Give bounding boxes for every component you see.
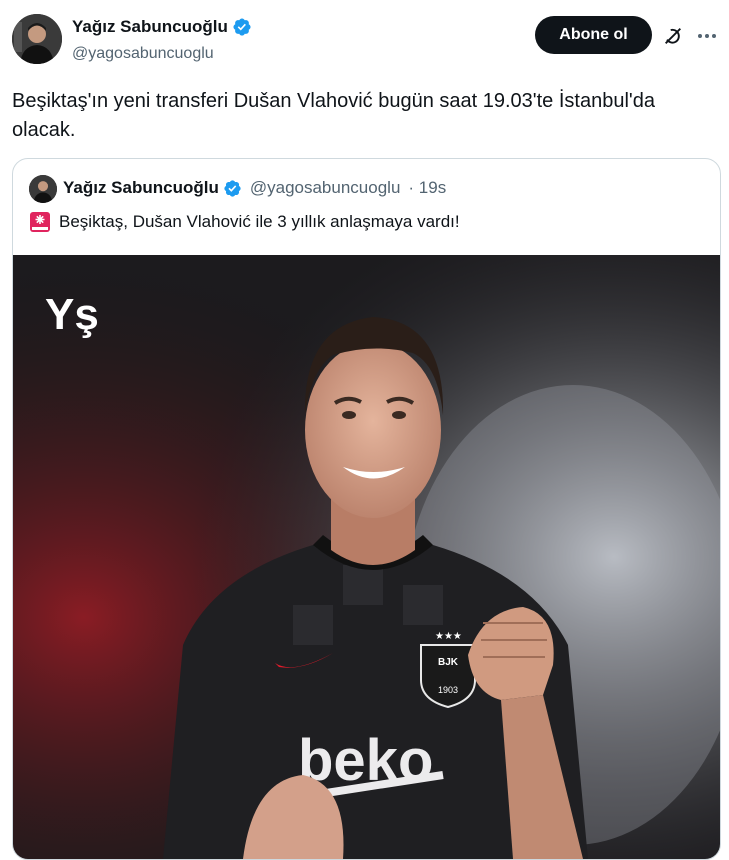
svg-text:★★★: ★★★ [435, 631, 462, 642]
quoted-text: Beşiktaş, Dušan Vlahović ile 3 yıllık an… [59, 212, 460, 231]
author-name-row: Yağız Sabuncuoğlu [72, 17, 252, 37]
follow-button[interactable]: Abone ol [535, 16, 652, 54]
author-avatar[interactable] [12, 14, 62, 64]
quoted-text-row: Beşiktaş, Dušan Vlahović ile 3 yıllık an… [29, 211, 460, 233]
more-dots-icon [698, 34, 716, 38]
verified-badge-icon [224, 179, 241, 197]
player-photo: Yş BJK 1903 ★★★ beko [13, 255, 720, 859]
siren-icon [30, 212, 50, 232]
svg-text:Yş: Yş [45, 290, 99, 339]
tweet-text: Beşiktaş'ın yeni transferi Dušan Vlahovi… [12, 90, 655, 141]
author-handle[interactable]: @yagosabuncuoglu [72, 45, 214, 63]
quoted-author-handle[interactable]: @yagosabuncuoglu [250, 178, 401, 198]
watermark-logo: Yş [45, 290, 99, 339]
quoted-author-name[interactable]: Yağız Sabuncuoğlu [63, 178, 219, 198]
grok-icon[interactable] [662, 25, 684, 47]
more-icon[interactable] [695, 25, 719, 47]
quoted-author-avatar[interactable] [29, 175, 57, 203]
author-name[interactable]: Yağız Sabuncuoğlu [72, 17, 228, 37]
verified-badge-icon [233, 18, 251, 36]
crest-year: 1903 [438, 685, 458, 695]
quoted-tweet[interactable]: Yağız Sabuncuoğlu @yagosabuncuoglu · 19s… [12, 158, 721, 860]
quoted-media-image[interactable]: Yş BJK 1903 ★★★ beko [13, 255, 720, 859]
quoted-timestamp[interactable]: · 19s [408, 178, 446, 198]
crest-text: BJK [438, 657, 459, 668]
quoted-header: Yağız Sabuncuoğlu @yagosabuncuoglu · 19s [63, 178, 446, 198]
